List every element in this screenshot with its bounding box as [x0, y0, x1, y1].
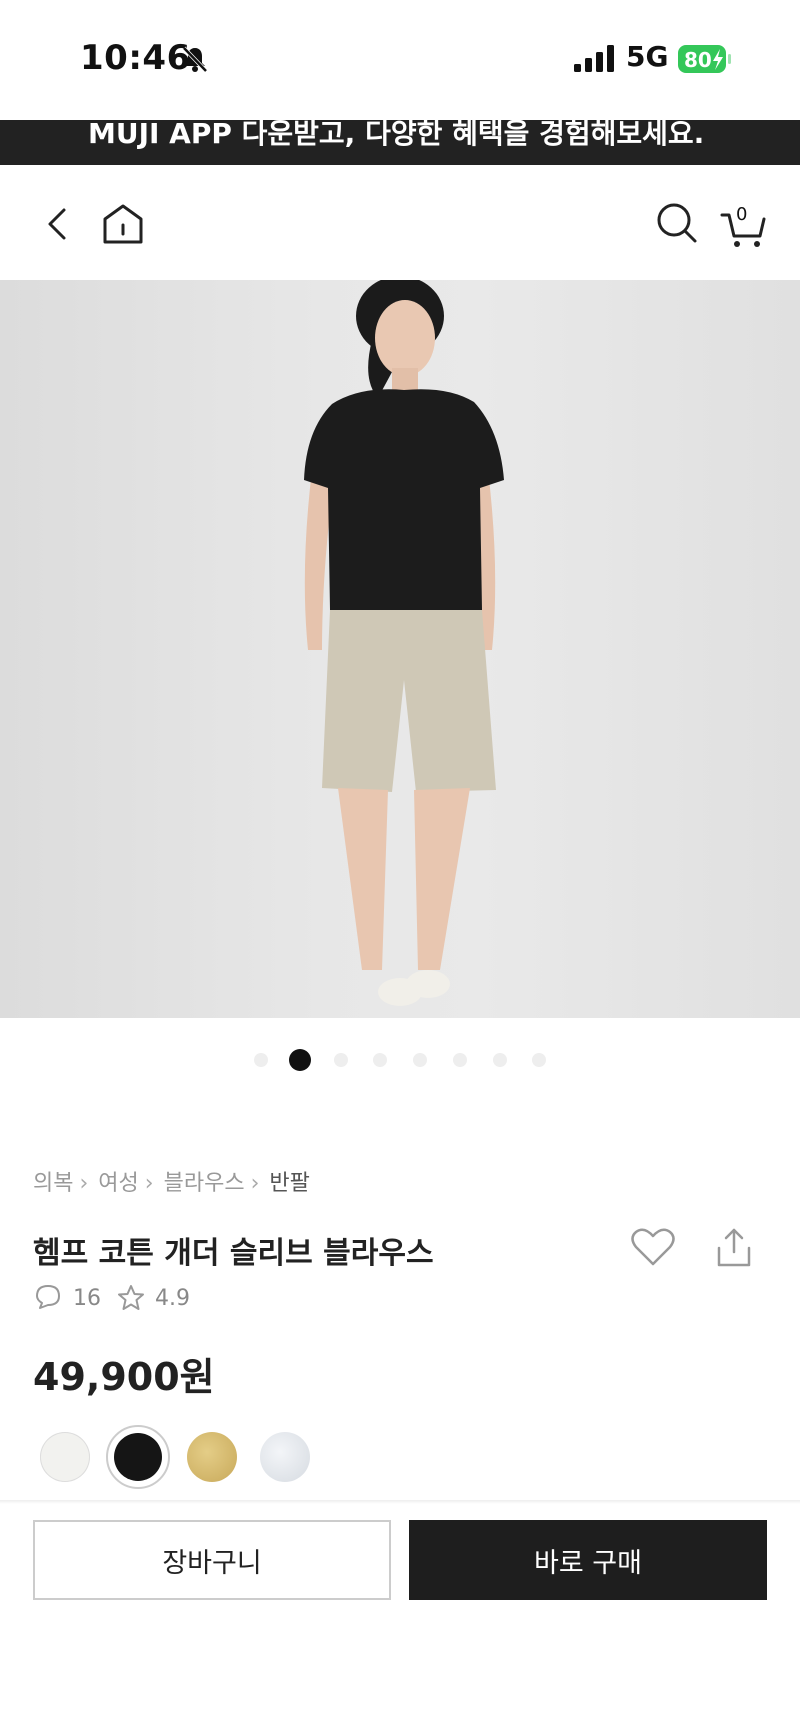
gallery-dot[interactable]: [334, 1053, 348, 1067]
cellular-signal-icon: [574, 45, 614, 72]
gallery-pagination: [0, 1048, 800, 1071]
promo-text: MUJI APP 다운받고, 다양한 혜택을 경험해보세요.: [88, 120, 705, 150]
gallery-dot[interactable]: [413, 1053, 427, 1067]
status-bar: 10:46 5G 80: [0, 0, 800, 120]
search-icon[interactable]: [656, 202, 698, 244]
bell-muted-icon: [182, 46, 208, 73]
battery-icon: 80: [678, 45, 731, 73]
gallery-dot[interactable]: [254, 1053, 268, 1067]
gallery-dot-active[interactable]: [289, 1049, 311, 1071]
color-swatch-black-selected[interactable]: [106, 1425, 170, 1489]
cart-count-badge: 0: [736, 204, 748, 225]
bottom-bar-divider: [0, 1500, 800, 1504]
rating-value: 4.9: [155, 1286, 190, 1311]
add-to-cart-button[interactable]: 장바구니: [33, 1520, 391, 1600]
status-time: 10:46: [80, 38, 191, 78]
promo-banner[interactable]: MUJI APP 다운받고, 다양한 혜택을 경험해보세요.: [0, 120, 800, 165]
breadcrumb-item[interactable]: 블라우스: [164, 1165, 245, 1197]
chevron-right-icon: ›: [79, 1171, 89, 1196]
gallery-dot[interactable]: [493, 1053, 507, 1067]
product-image[interactable]: [0, 280, 800, 1018]
battery-level: 80: [684, 48, 712, 72]
share-icon[interactable]: [716, 1228, 752, 1268]
home-icon[interactable]: [102, 203, 144, 245]
breadcrumb-item[interactable]: 의복: [33, 1165, 73, 1197]
back-arrow-icon[interactable]: [44, 207, 70, 241]
chevron-right-icon: ›: [250, 1171, 260, 1196]
review-count[interactable]: 16: [73, 1286, 101, 1311]
breadcrumb-item-current[interactable]: 반팔: [269, 1165, 309, 1197]
breadcrumb-item[interactable]: 여성: [98, 1165, 138, 1197]
wishlist-heart-icon[interactable]: [630, 1226, 676, 1268]
gallery-dot[interactable]: [532, 1053, 546, 1067]
product-photo-illustration: [304, 280, 504, 1006]
top-navigation: [0, 165, 800, 280]
chevron-right-icon: ›: [144, 1171, 154, 1196]
color-swatch-light-blue[interactable]: [260, 1432, 310, 1482]
color-swatches: [0, 1424, 800, 1494]
breadcrumb: 의복 › 여성 › 블라우스 › 반팔: [33, 1165, 310, 1197]
color-swatch-gold[interactable]: [187, 1432, 237, 1482]
comment-icon[interactable]: [35, 1284, 61, 1310]
star-icon: [118, 1285, 144, 1310]
product-price: 49,900원: [33, 1355, 215, 1399]
product-title: 헴프 코튼 개더 슬리브 블라우스: [33, 1236, 434, 1271]
gallery-dot[interactable]: [453, 1053, 467, 1067]
gallery-dot[interactable]: [373, 1053, 387, 1067]
network-type: 5G: [626, 40, 669, 73]
buy-now-button[interactable]: 바로 구매: [409, 1520, 767, 1600]
color-swatch-white[interactable]: [40, 1432, 90, 1482]
